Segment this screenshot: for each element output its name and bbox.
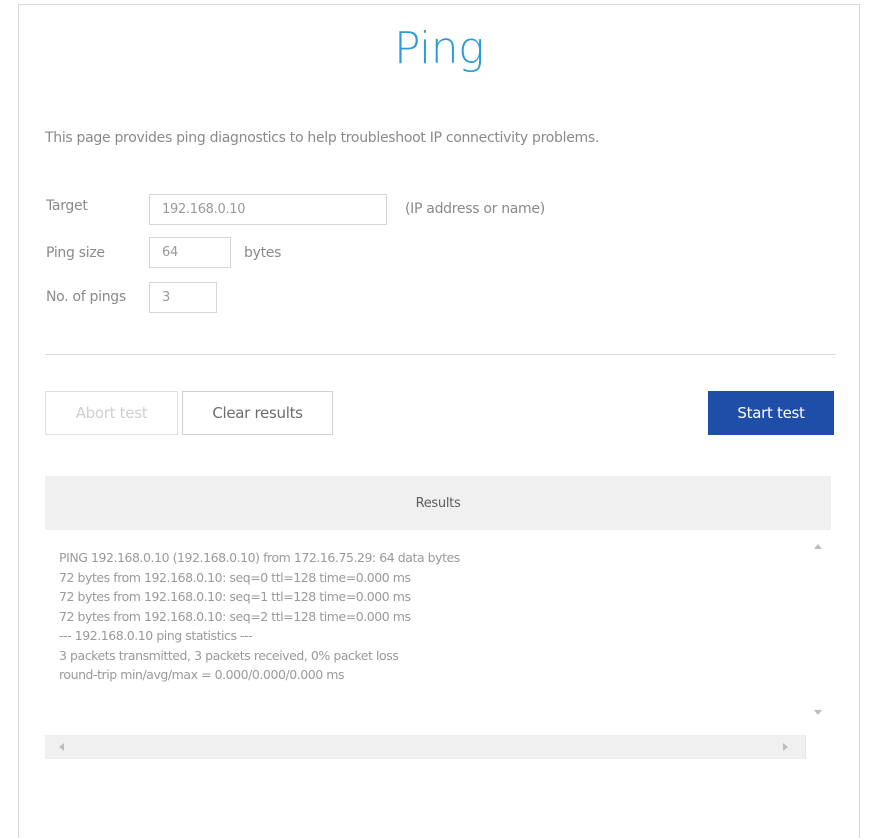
abort-test-button[interactable]: Abort test xyxy=(45,391,178,435)
result-line: PING 192.168.0.10 (192.168.0.10) from 17… xyxy=(59,550,460,565)
section-divider xyxy=(45,354,836,355)
scroll-left-arrow-icon[interactable] xyxy=(59,743,64,751)
scroll-down-arrow-icon[interactable] xyxy=(814,710,822,715)
ping-count-input[interactable] xyxy=(149,282,217,313)
horizontal-scrollbar[interactable] xyxy=(45,735,805,759)
ping-size-unit: bytes xyxy=(244,245,282,261)
ping-count-label: No. of pings xyxy=(46,289,126,305)
page-title: Ping xyxy=(393,23,485,74)
vertical-scrollbar[interactable] xyxy=(805,530,831,735)
results-output[interactable]: PING 192.168.0.10 (192.168.0.10) from 17… xyxy=(45,530,805,735)
result-line: round-trip min/avg/max = 0.000/0.000/0.0… xyxy=(59,667,345,682)
clear-results-button[interactable]: Clear results xyxy=(182,391,333,435)
result-line: 72 bytes from 192.168.0.10: seq=2 ttl=12… xyxy=(59,608,411,624)
ping-size-label: Ping size xyxy=(46,245,105,261)
results-panel: Results PING 192.168.0.10 (192.168.0.10)… xyxy=(45,476,831,759)
result-line: 72 bytes from 192.168.0.10: seq=1 ttl=12… xyxy=(59,589,411,604)
page-description: This page provides ping diagnostics to h… xyxy=(45,130,599,146)
result-line: --- 192.168.0.10 ping statistics --- xyxy=(59,628,253,643)
ping-panel: Ping This page provides ping diagnostics… xyxy=(18,4,860,838)
scroll-corner xyxy=(805,735,831,759)
target-hint: (IP address or name) xyxy=(405,201,545,217)
target-label: Target xyxy=(46,198,88,214)
result-line: 3 packets transmitted, 3 packets receive… xyxy=(59,647,399,663)
target-input[interactable] xyxy=(149,194,387,225)
results-text: PING 192.168.0.10 (192.168.0.10) from 17… xyxy=(59,548,460,685)
result-line: 72 bytes from 192.168.0.10: seq=0 ttl=12… xyxy=(59,569,411,585)
scroll-right-arrow-icon[interactable] xyxy=(783,743,788,751)
start-test-button[interactable]: Start test xyxy=(708,391,834,435)
scroll-up-arrow-icon[interactable] xyxy=(814,544,822,549)
ping-size-input[interactable] xyxy=(149,237,231,268)
results-header: Results xyxy=(415,495,461,511)
